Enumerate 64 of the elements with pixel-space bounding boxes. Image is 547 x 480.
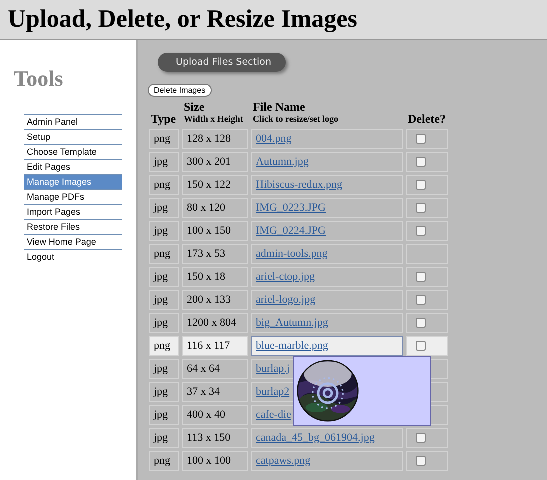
table-cell: jpg (149, 290, 179, 310)
table-cell: 200 x 133 (182, 290, 248, 310)
table-cell: 64 x 64 (182, 359, 248, 379)
delete-checkbox[interactable] (416, 157, 426, 168)
table-cell: 173 x 53 (182, 244, 248, 264)
table-cell: 113 x 150 (182, 428, 248, 448)
table-cell: jpg (149, 313, 179, 333)
file-link[interactable]: 004.png (256, 133, 292, 145)
nav-item[interactable]: Logout (24, 249, 122, 264)
sidebar-title: Tools (14, 66, 64, 92)
table-cell: 128 x 128 (182, 129, 248, 149)
delete-checkbox[interactable] (416, 203, 426, 214)
delete-checkbox[interactable] (416, 318, 426, 328)
table-cell: 37 x 34 (182, 382, 248, 402)
table-cell: 150 x 122 (182, 175, 248, 195)
delete-checkbox[interactable] (416, 134, 426, 144)
table-cell: jpg (149, 359, 179, 379)
table-cell: png (149, 244, 179, 264)
delete-checkbox[interactable] (416, 456, 426, 466)
table-cell: jpg (149, 198, 179, 218)
table-cell: jpg (149, 221, 179, 241)
column-header: Size (184, 100, 205, 114)
table-cell: 1200 x 804 (182, 313, 248, 333)
nav-item[interactable]: Manage PDFs (24, 189, 122, 204)
table-cell: 150 x 18 (182, 267, 248, 287)
table-cell: jpg (149, 267, 179, 287)
table-cell: jpg (149, 382, 179, 402)
delete-checkbox[interactable] (416, 226, 426, 236)
nav-item[interactable]: Setup (24, 129, 122, 144)
nav-item[interactable]: Manage Images (24, 174, 122, 189)
table-cell: jpg (149, 152, 179, 172)
column-subtitle: Width x Height (184, 113, 244, 125)
file-link[interactable]: burlap.j (256, 363, 290, 375)
nav-item[interactable]: Import Pages (24, 204, 122, 219)
nav-item[interactable]: Choose Template (24, 144, 122, 159)
column-header: Delete? (408, 112, 446, 126)
delete-checkbox[interactable] (416, 433, 426, 444)
column-subtitle: Click to resize/set logo (253, 113, 340, 125)
table-cell: jpg (149, 405, 179, 425)
nav-item[interactable]: View Home Page (24, 234, 122, 249)
table-cell: png (149, 336, 179, 356)
column-header: File Name (253, 100, 306, 114)
upload-files-button[interactable]: Upload Files Section (158, 53, 286, 72)
table-cell: png (149, 451, 179, 471)
table-cell: png (149, 129, 179, 149)
table-cell: 80 x 120 (182, 198, 248, 218)
delete-checkbox[interactable] (416, 272, 426, 282)
file-link[interactable]: burlap2 (256, 386, 290, 398)
table-cell: png (149, 175, 179, 195)
delete-images-button[interactable]: Delete Images (148, 84, 212, 97)
delete-checkbox[interactable] (416, 295, 426, 306)
table-cell: 116 x 117 (182, 336, 248, 356)
nav-item[interactable]: Restore Files (24, 219, 122, 234)
table-cell: 100 x 150 (182, 221, 248, 241)
table-cell: 300 x 201 (182, 152, 248, 172)
table-cell: 100 x 100 (182, 451, 248, 471)
nav-item[interactable]: Admin Panel (24, 114, 122, 129)
table-cell: jpg (149, 428, 179, 448)
column-header: Type (151, 112, 176, 126)
table-cell: 400 x 40 (182, 405, 248, 425)
delete-checkbox[interactable] (416, 180, 426, 190)
delete-checkbox[interactable] (416, 341, 426, 352)
page-title: Upload, Delete, or Resize Images (8, 6, 358, 34)
file-link[interactable]: cafe-die (256, 409, 292, 421)
